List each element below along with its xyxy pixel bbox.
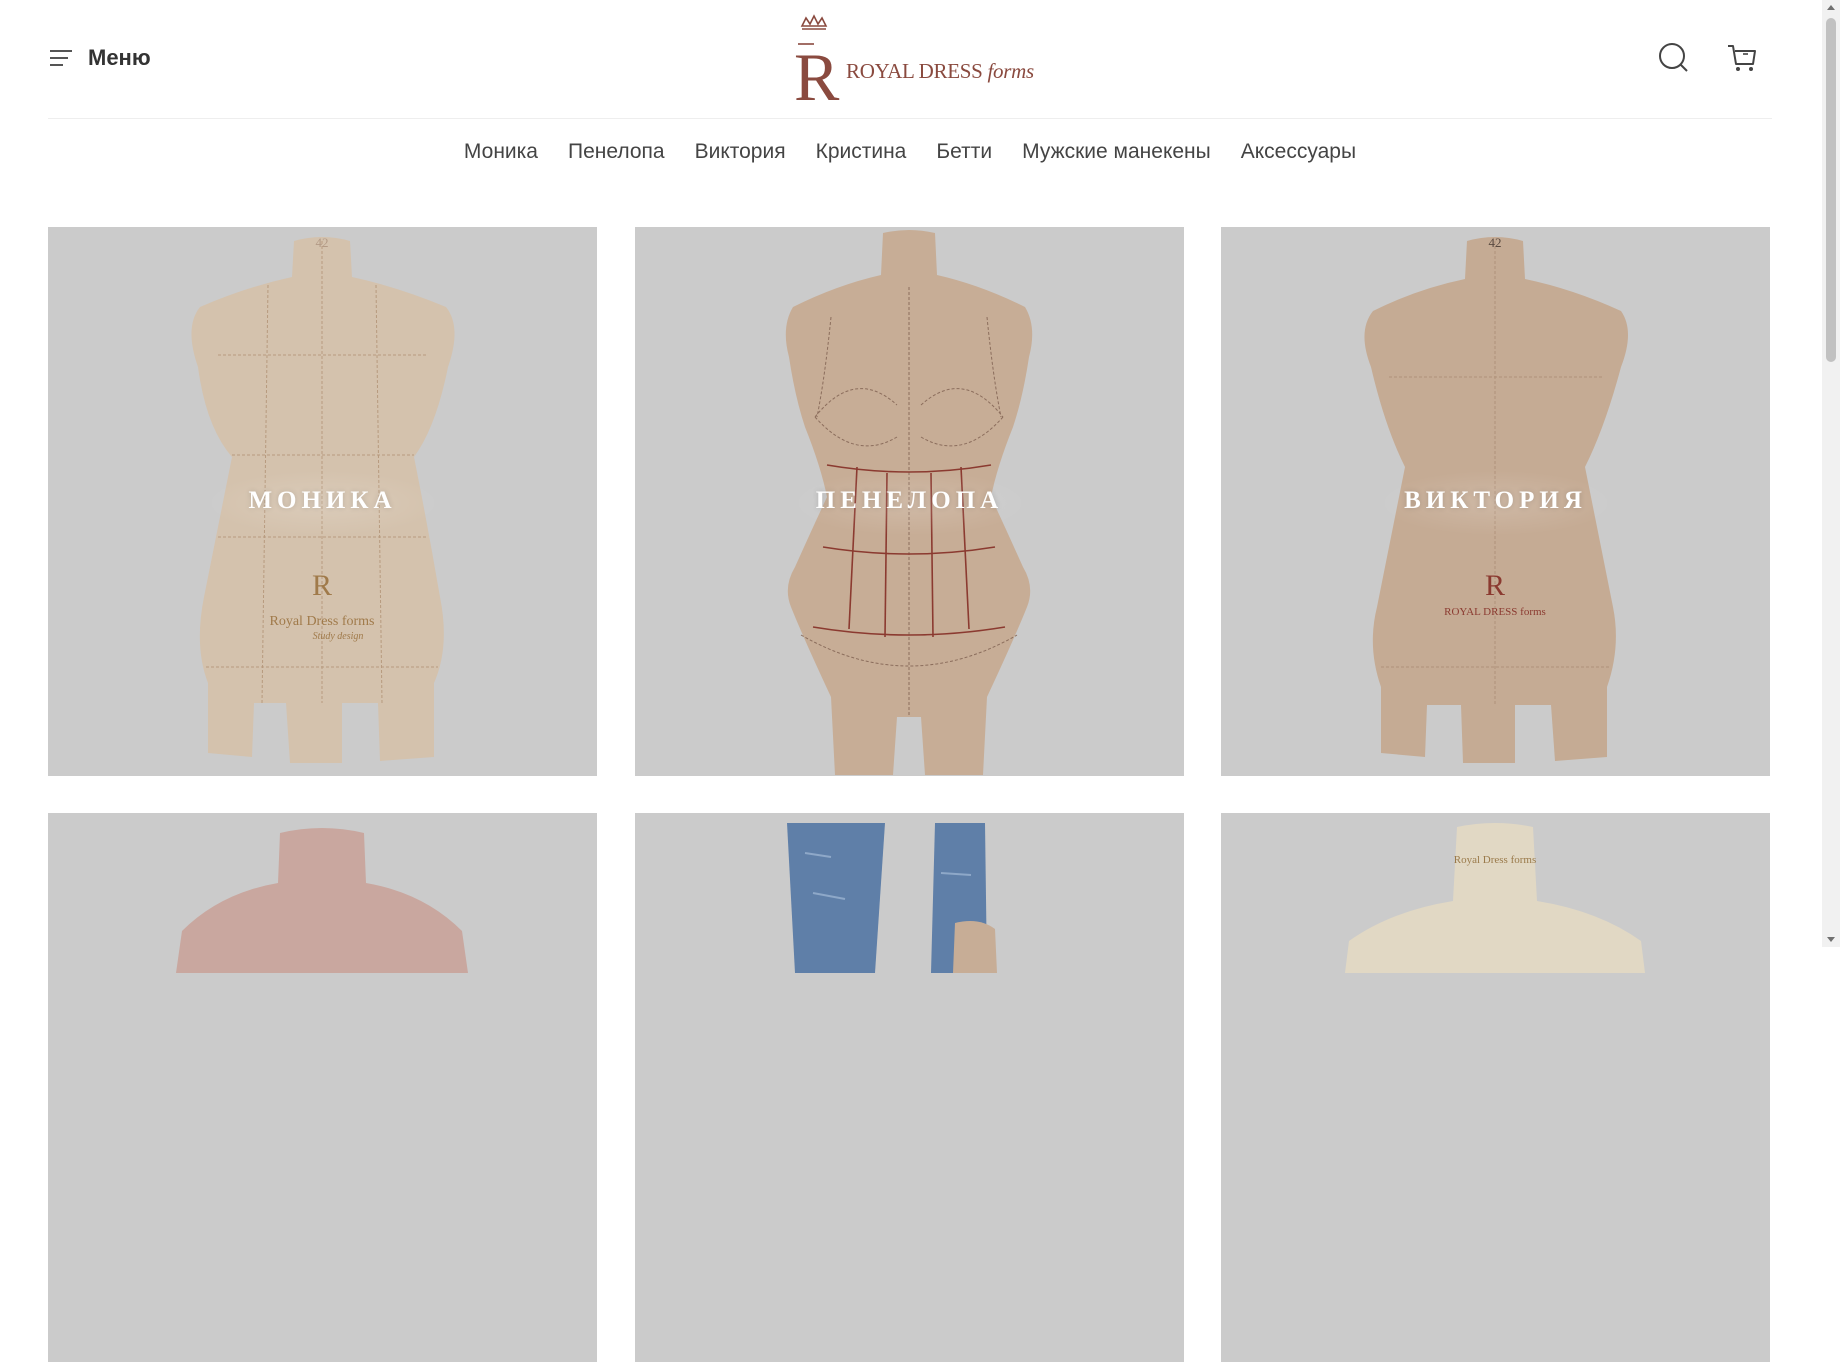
card-title: ПЕНЕЛОПА xyxy=(815,487,1004,514)
category-card-male-mannequins[interactable]: Royal Dress forms xyxy=(1221,813,1770,1362)
mannequin-image: Royal Dress forms xyxy=(1345,823,1645,973)
scroll-up-arrow[interactable] xyxy=(1827,5,1835,10)
nav-item-viktoria[interactable]: Виктория xyxy=(695,140,786,164)
logo-text-italic: forms xyxy=(987,59,1035,83)
svg-text:42: 42 xyxy=(316,235,329,250)
logo-text-main: ROYAL DRESS xyxy=(846,59,983,83)
crown-icon: R xyxy=(794,14,840,104)
site-header: Меню R ROYAL DRESS forms xyxy=(48,0,1772,119)
page-scrollbar[interactable] xyxy=(1822,0,1840,947)
nav-item-monika[interactable]: Моника xyxy=(464,140,538,164)
svg-text:Study design: Study design xyxy=(313,631,364,642)
hamburger-icon xyxy=(50,49,72,67)
mannequin-image xyxy=(787,823,997,973)
nav-item-male-mannequins[interactable]: Мужские манекены xyxy=(1022,140,1211,164)
category-card-viktoria[interactable]: 42 R ROYAL DRESS forms ВИКТОРИЯ xyxy=(1221,227,1770,776)
card-title: ВИКТОРИЯ xyxy=(1404,487,1587,514)
nav-item-kristina[interactable]: Кристина xyxy=(816,140,907,164)
site-logo[interactable]: R ROYAL DRESS forms xyxy=(790,14,1034,104)
svg-text:ROYAL DRESS forms: ROYAL DRESS forms xyxy=(1444,606,1546,618)
brand-mark: R xyxy=(1485,569,1505,602)
category-nav: Моника Пенелопа Виктория Кристина Бетти … xyxy=(0,140,1820,164)
cart-icon xyxy=(1726,40,1760,74)
nav-item-accessories[interactable]: Аксессуары xyxy=(1241,140,1356,164)
nav-item-penelopa[interactable]: Пенелопа xyxy=(568,140,665,164)
category-card-betti[interactable] xyxy=(635,813,1184,1362)
mannequin-image xyxy=(176,828,468,973)
svg-text:Royal Dress forms: Royal Dress forms xyxy=(1454,854,1537,866)
logo-text: ROYAL DRESS forms xyxy=(846,59,1034,84)
nav-item-betti[interactable]: Бетти xyxy=(936,140,992,164)
card-title: МОНИКА xyxy=(248,487,397,514)
category-card-monika[interactable]: 42 R Royal Dress forms Study design МОНИ… xyxy=(48,227,597,776)
scroll-down-arrow[interactable] xyxy=(1827,937,1835,942)
category-card-penelopa[interactable]: ПЕНЕЛОПА xyxy=(635,227,1184,776)
svg-text:42: 42 xyxy=(1489,235,1502,250)
svg-text:Royal Dress forms: Royal Dress forms xyxy=(270,614,375,629)
scroll-thumb[interactable] xyxy=(1826,18,1836,362)
menu-label: Меню xyxy=(88,45,151,70)
menu-button[interactable]: Меню xyxy=(50,44,151,72)
logo-mark: R xyxy=(794,39,840,104)
brand-mark: R xyxy=(312,569,332,602)
search-icon xyxy=(1656,40,1690,74)
category-card-kristina[interactable] xyxy=(48,813,597,1362)
cart-button[interactable] xyxy=(1726,40,1760,74)
search-button[interactable] xyxy=(1656,40,1690,74)
